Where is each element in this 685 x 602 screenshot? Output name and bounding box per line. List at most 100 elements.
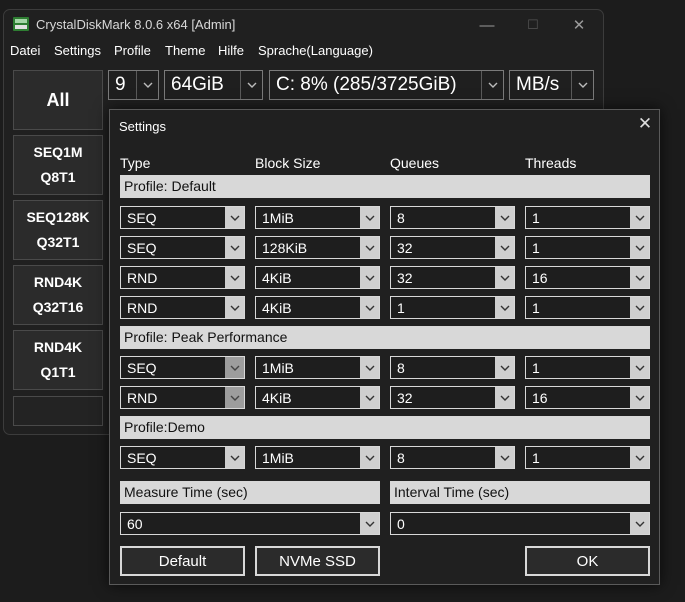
app-disk-icon (13, 17, 29, 31)
queues-select[interactable]: 8 (390, 446, 515, 469)
test-count-select[interactable]: 9 (108, 70, 159, 100)
block-size-select[interactable]: 4KiB (255, 266, 380, 289)
all-button[interactable]: All (13, 70, 103, 130)
default-button-label: Default (158, 552, 207, 570)
dialog-close-button[interactable]: ✕ (634, 113, 656, 135)
menu-hilfe[interactable]: Hilfe (218, 43, 244, 58)
test-seq128k-q32t1-button[interactable]: SEQ128K Q32T1 (13, 200, 103, 260)
chevron-down-icon (360, 387, 379, 408)
threads-select[interactable]: 1 (525, 296, 650, 319)
test-size-select[interactable]: 64GiB (164, 70, 263, 100)
block-size-select[interactable]: 1MiB (255, 446, 380, 469)
block-size-select[interactable]: 4KiB (255, 386, 380, 409)
threads-select[interactable]: 1 (525, 356, 650, 379)
test-seq1m-q8t1-button[interactable]: SEQ1M Q8T1 (13, 135, 103, 195)
queues-select[interactable]: 32 (390, 266, 515, 289)
threads-select[interactable]: 16 (525, 266, 650, 289)
chevron-down-icon (225, 447, 244, 468)
queues-value: 1 (397, 300, 405, 316)
block-size-select[interactable]: 128KiB (255, 236, 380, 259)
chevron-down-icon (360, 237, 379, 258)
interval-time-value: 0 (397, 516, 405, 532)
chevron-down-icon (360, 447, 379, 468)
type-select[interactable]: SEQ (120, 356, 245, 379)
test-label: RND4K Q1T1 (34, 335, 82, 385)
block-size-value: 1MiB (262, 360, 294, 376)
comment-field[interactable] (13, 396, 103, 426)
measure-time-label: Measure Time (sec) (120, 481, 380, 504)
type-value: SEQ (127, 210, 157, 226)
chevron-down-icon (495, 207, 514, 228)
chevron-down-icon (630, 207, 649, 228)
test-rnd4k-q32t16-button[interactable]: RND4K Q32T16 (13, 265, 103, 325)
menu-settings[interactable]: Settings (54, 43, 101, 58)
queues-select[interactable]: 1 (390, 296, 515, 319)
chevron-down-icon (630, 513, 649, 534)
header-queues: Queues (390, 155, 440, 171)
close-icon: ✕ (637, 114, 653, 133)
drive-select[interactable]: C: 8% (285/3725GiB) (269, 70, 504, 100)
block-size-select[interactable]: 4KiB (255, 296, 380, 319)
chevron-down-icon (225, 237, 244, 258)
queues-select[interactable]: 32 (390, 386, 515, 409)
interval-time-select[interactable]: 0 (390, 512, 650, 535)
menu-datei[interactable]: Datei (10, 43, 40, 58)
threads-value: 1 (532, 210, 540, 226)
block-size-value: 1MiB (262, 450, 294, 466)
block-size-select[interactable]: 1MiB (255, 206, 380, 229)
threads-select[interactable]: 1 (525, 206, 650, 229)
maximize-button[interactable]: ☐ (510, 10, 556, 40)
type-select[interactable]: RND (120, 296, 245, 319)
menu-bar: Datei Settings Profile Theme Hilfe Sprac… (4, 40, 603, 62)
queues-value: 32 (397, 240, 413, 256)
close-button[interactable]: ✕ (556, 10, 602, 40)
test-params: Q8T1 (40, 169, 76, 185)
queues-select[interactable]: 8 (390, 356, 515, 379)
menu-theme[interactable]: Theme (165, 43, 205, 58)
chevron-down-icon (240, 71, 262, 99)
test-rnd4k-q1t1-button[interactable]: RND4K Q1T1 (13, 330, 103, 390)
test-name: RND4K (33, 274, 83, 290)
test-name: SEQ128K (26, 209, 90, 225)
minimize-button[interactable]: — (464, 10, 510, 40)
all-button-label: All (46, 89, 70, 110)
nvme-ssd-button[interactable]: NVMe SSD (255, 546, 380, 576)
chevron-down-icon (630, 357, 649, 378)
menu-language[interactable]: Sprache(Language) (258, 43, 373, 58)
threads-select[interactable]: 16 (525, 386, 650, 409)
settings-dialog: Settings ✕ Type Block Size Queues Thread… (109, 109, 660, 585)
threads-value: 16 (532, 390, 548, 406)
block-size-select[interactable]: 1MiB (255, 356, 380, 379)
profile-demo-label: Profile:Demo (120, 416, 650, 439)
test-params: Q32T16 (32, 299, 84, 315)
type-select[interactable]: SEQ (120, 446, 245, 469)
test-name: RND4K (33, 339, 83, 355)
queues-value: 8 (397, 450, 405, 466)
chevron-down-icon (225, 297, 244, 318)
type-select[interactable]: RND (120, 386, 245, 409)
test-label: RND4K Q32T16 (33, 270, 84, 320)
chevron-down-icon (495, 447, 514, 468)
title-bar[interactable]: CrystalDiskMark 8.0.6 x64 [Admin] — ☐ ✕ (4, 10, 603, 40)
type-select[interactable]: RND (120, 266, 245, 289)
threads-value: 1 (532, 450, 540, 466)
menu-profile[interactable]: Profile (114, 43, 151, 58)
chevron-down-icon (136, 71, 158, 99)
unit-select[interactable]: MB/s (509, 70, 594, 100)
queues-select[interactable]: 8 (390, 206, 515, 229)
ok-button-label: OK (576, 552, 599, 570)
chevron-down-icon (495, 357, 514, 378)
queues-select[interactable]: 32 (390, 236, 515, 259)
nvme-ssd-button-label: NVMe SSD (279, 552, 356, 570)
ok-button[interactable]: OK (525, 546, 650, 576)
measure-time-select[interactable]: 60 (120, 512, 380, 535)
default-button[interactable]: Default (120, 546, 245, 576)
chevron-down-icon (630, 267, 649, 288)
type-select[interactable]: SEQ (120, 236, 245, 259)
header-block-size: Block Size (255, 155, 321, 171)
type-value: RND (127, 390, 158, 406)
chevron-down-icon (630, 237, 649, 258)
type-select[interactable]: SEQ (120, 206, 245, 229)
threads-select[interactable]: 1 (525, 446, 650, 469)
threads-select[interactable]: 1 (525, 236, 650, 259)
